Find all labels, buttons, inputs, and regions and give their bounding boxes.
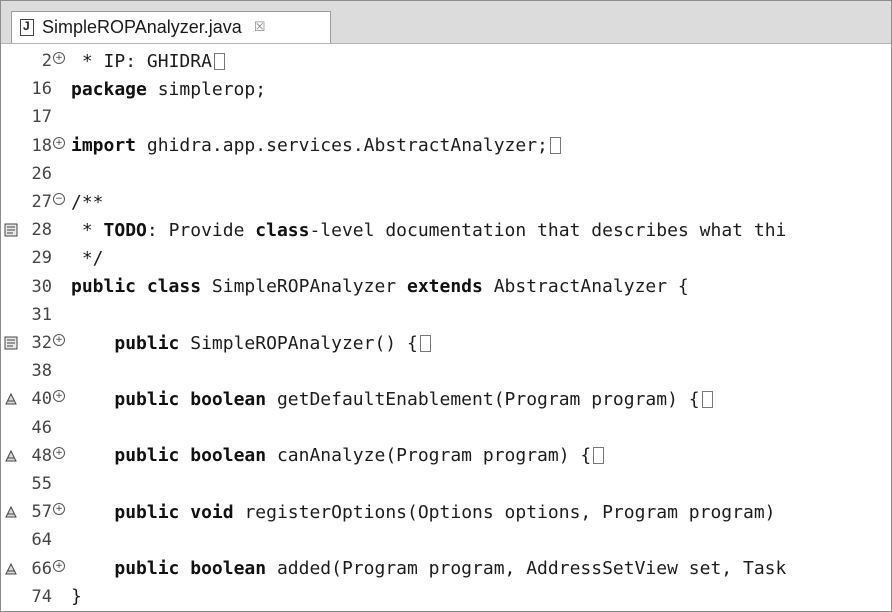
- code-line[interactable]: 32 + public SimpleROPAnalyzer() {: [1, 329, 891, 357]
- code-line[interactable]: 57 + public void registerOptions(Options …: [1, 498, 891, 526]
- keyword: package: [71, 78, 147, 100]
- override-marker-icon[interactable]: [4, 392, 18, 406]
- collapsed-region-icon[interactable]: [213, 52, 225, 70]
- code-line[interactable]: 28 * TODO: Provide class-level documenta…: [1, 216, 891, 244]
- code-line[interactable]: 31: [1, 301, 891, 329]
- code-editor[interactable]: 2 + * IP: GHIDRA 16 package simplerop; 17 18 +…: [1, 44, 891, 611]
- code-text: * IP: GHIDRA: [71, 51, 225, 72]
- override-marker-icon[interactable]: [4, 505, 18, 519]
- code-text: /**: [71, 191, 104, 213]
- tab-simpleropanalyzer-java[interactable]: SimpleROPAnalyzer.java ☒: [11, 11, 331, 43]
- fold-expand-icon[interactable]: +: [53, 559, 65, 572]
- keyword: class: [255, 219, 310, 241]
- code-line[interactable]: 26: [1, 160, 891, 188]
- line-number: 46: [31, 417, 52, 438]
- keyword: public: [114, 388, 180, 410]
- fold-expand-icon[interactable]: +: [53, 390, 65, 403]
- code-line[interactable]: 27−/**: [1, 188, 891, 216]
- keyword: boolean: [190, 445, 267, 467]
- keyword: extends: [406, 276, 483, 298]
- keyword: public: [114, 445, 180, 467]
- code-line[interactable]: 18 + import ghidra.app.services.AbstractAn…: [1, 132, 891, 160]
- line-number: 26: [31, 163, 52, 184]
- code-text: */: [71, 247, 104, 269]
- collapsed-region-icon[interactable]: [701, 390, 713, 408]
- keyword: public: [114, 558, 180, 580]
- code-text: package simplerop;: [71, 78, 267, 100]
- code-line[interactable]: 29 */: [1, 244, 891, 272]
- code-line[interactable]: 40 + public boolean getDefaultEnablement(…: [1, 385, 891, 413]
- keyword: class: [146, 276, 202, 298]
- editor-window: SimpleROPAnalyzer.java ☒ 2+ * IP: GHIDRA…: [0, 0, 892, 612]
- line-number: 2: [41, 51, 52, 71]
- line-number: 38: [31, 361, 52, 382]
- collapsed-region-icon[interactable]: [549, 137, 561, 155]
- code-line[interactable]: 2 + * IP: GHIDRA: [1, 47, 891, 75]
- code-text: public class SimpleROPAnalyzer extends A…: [71, 276, 689, 298]
- code-line[interactable]: 48 + public boolean canAnalyze(Program pr…: [1, 442, 891, 470]
- fold-expand-icon[interactable]: +: [53, 52, 65, 64]
- line-number: 32: [31, 333, 52, 353]
- line-number: 48: [31, 445, 52, 466]
- keyword: void: [190, 501, 234, 523]
- line-number: 27: [31, 192, 52, 212]
- code-line[interactable]: 64: [1, 526, 891, 554]
- code-line[interactable]: 66 + public boolean added(Program program…: [1, 555, 891, 583]
- line-number: 64: [31, 530, 52, 551]
- fold-collapse-icon[interactable]: −: [53, 193, 65, 205]
- fold-expand-icon[interactable]: +: [53, 136, 65, 149]
- keyword: boolean: [190, 558, 267, 580]
- line-number: 30: [31, 276, 52, 297]
- code-text: }: [71, 586, 82, 608]
- code-line[interactable]: 38: [1, 357, 891, 385]
- collapsed-region-icon[interactable]: [419, 334, 431, 352]
- code-line[interactable]: 46: [1, 414, 891, 442]
- code-text: * TODO: Provide class-level documentatio…: [71, 219, 787, 241]
- line-number: 28: [31, 220, 52, 241]
- collapsed-region-icon[interactable]: [593, 447, 605, 465]
- code-text: public SimpleROPAnalyzer() {: [71, 333, 431, 354]
- code-text: public boolean canAnalyze(Program progra…: [71, 445, 605, 467]
- line-number: 29: [31, 248, 52, 269]
- fold-expand-icon[interactable]: +: [53, 334, 65, 346]
- line-number: 17: [31, 107, 52, 128]
- task-marker-icon[interactable]: [4, 336, 18, 350]
- code-text: public boolean added(Program program, Ad…: [114, 558, 787, 580]
- keyword: public: [114, 501, 180, 523]
- line-number: 18: [31, 135, 52, 156]
- override-marker-icon[interactable]: [4, 449, 18, 463]
- line-number: 40: [31, 389, 52, 410]
- keyword: boolean: [190, 388, 267, 410]
- keyword: TODO: [103, 219, 147, 241]
- code-text: public boolean getDefaultEnablement(Prog…: [71, 389, 713, 410]
- code-line[interactable]: 16 package simplerop;: [1, 75, 891, 103]
- line-number: 57: [31, 502, 52, 523]
- code-text: public void registerOptions(Options opti…: [114, 501, 776, 523]
- keyword: import: [71, 135, 137, 157]
- line-number: 66: [31, 558, 52, 579]
- line-number: 55: [31, 474, 52, 494]
- override-marker-icon[interactable]: [4, 562, 18, 576]
- fold-expand-icon[interactable]: +: [53, 503, 65, 516]
- code-text: import ghidra.app.services.AbstractAnaly…: [71, 135, 561, 156]
- editor-tab-strip: SimpleROPAnalyzer.java ☒: [1, 1, 891, 44]
- code-line[interactable]: 17: [1, 103, 891, 131]
- code-line[interactable]: 55: [1, 470, 891, 498]
- task-marker-icon[interactable]: [4, 223, 18, 237]
- java-file-icon: [20, 19, 34, 36]
- line-number: 31: [31, 304, 52, 325]
- keyword: public: [71, 276, 137, 298]
- fold-expand-icon[interactable]: +: [53, 446, 65, 459]
- tab-title: SimpleROPAnalyzer.java: [42, 17, 242, 37]
- close-icon[interactable]: ☒: [254, 21, 266, 34]
- line-number: 74: [31, 586, 52, 607]
- code-line[interactable]: 30 public class SimpleROPAnalyzer extends…: [1, 273, 891, 301]
- code-line[interactable]: 74}: [1, 583, 891, 611]
- keyword: public: [114, 332, 180, 354]
- line-number: 16: [31, 79, 52, 100]
